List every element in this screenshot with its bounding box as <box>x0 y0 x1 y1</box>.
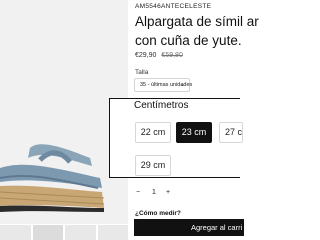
product-title-line: con cuña de yute. <box>135 33 242 48</box>
increase-quantity-button[interactable]: + <box>166 189 170 196</box>
product-sku: AM5546ANTECELESTE <box>135 3 212 10</box>
size-select[interactable]: 35 - últimas unidades ⌄ <box>134 78 192 92</box>
size-option[interactable]: 27 c <box>219 122 243 143</box>
current-price: €29,90 <box>135 52 157 59</box>
thumbnail-strip <box>0 225 128 240</box>
price-block: €29,90 €59,80 <box>135 52 183 59</box>
thumbnail[interactable] <box>32 225 63 240</box>
size-option-selected[interactable]: 23 cm <box>176 122 212 143</box>
measure-panel-title: Centímetros <box>134 100 189 111</box>
thumbnail[interactable] <box>97 225 128 240</box>
size-option[interactable]: 29 cm <box>135 155 171 176</box>
product-title-line: Alpargata de símil ar <box>135 14 259 29</box>
product-title: Alpargata de símil ar con cuña de yute. <box>135 12 259 50</box>
quantity-value: 1 <box>152 189 156 196</box>
thumbnail[interactable] <box>0 225 31 240</box>
how-to-measure-link[interactable]: ¿Cómo medir? <box>135 210 181 217</box>
quantity-stepper: − 1 + <box>134 186 178 202</box>
old-price: €59,80 <box>161 52 183 59</box>
chevron-down-icon: ⌄ <box>179 82 185 88</box>
add-to-cart-button[interactable]: Agregar al carri <box>134 219 244 236</box>
size-label: Talla <box>135 69 149 76</box>
thumbnail[interactable] <box>65 225 96 240</box>
decrease-quantity-button[interactable]: − <box>136 189 140 196</box>
size-option[interactable]: 22 cm <box>135 122 171 143</box>
